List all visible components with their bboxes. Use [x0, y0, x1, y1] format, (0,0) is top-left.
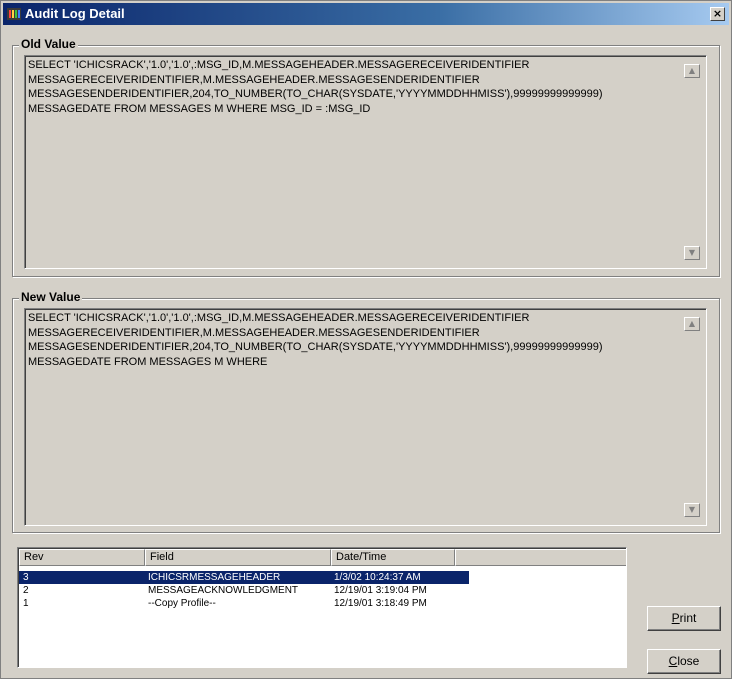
- list-item[interactable]: 3 ICHICSRMESSAGEHEADER 1/3/02 10:24:37 A…: [19, 571, 469, 584]
- scroll-down-button[interactable]: ▼: [684, 246, 700, 260]
- scroll-up-button[interactable]: ▲: [684, 64, 700, 78]
- arrow-down-icon: ▼: [688, 248, 696, 257]
- old-value-text: SELECT 'ICHICSRACK','1.0','1.0',:MSG_ID,…: [28, 58, 680, 116]
- print-mnemonic: P: [671, 611, 680, 625]
- new-value-scrollbar[interactable]: ▲ ▼: [684, 317, 700, 517]
- arrow-down-icon: ▼: [688, 505, 696, 514]
- datetime-cell: 1/3/02 10:24:37 AM: [334, 572, 421, 583]
- audit-log-icon: [7, 8, 21, 20]
- field-cell: ICHICSRMESSAGEHEADER: [148, 572, 281, 583]
- rev-cell: 3: [23, 572, 29, 583]
- print-label: rint: [679, 611, 697, 625]
- new-value-text: SELECT 'ICHICSRACK','1.0','1.0',:MSG_ID,…: [28, 311, 680, 369]
- field-cell: MESSAGEACKNOWLEDGMENT: [148, 585, 299, 596]
- old-value-line: MESSAGESENDERIDENTIFIER,204,TO_NUMBER(TO…: [28, 88, 603, 101]
- title-bar[interactable]: Audit Log Detail ×: [3, 3, 729, 25]
- window-title: Audit Log Detail: [25, 6, 125, 21]
- list-item[interactable]: 1 --Copy Profile-- 12/19/01 3:18:49 PM: [19, 597, 469, 610]
- old-value-line: MESSAGERECEIVERIDENTIFIER,M.MESSAGEHEADE…: [28, 73, 480, 86]
- new-value-textarea[interactable]: SELECT 'ICHICSRACK','1.0','1.0',:MSG_ID,…: [24, 308, 707, 526]
- new-value-group: New Value SELECT 'ICHICSRACK','1.0','1.0…: [12, 290, 720, 533]
- close-button[interactable]: Close: [647, 649, 721, 674]
- arrow-up-icon: ▲: [688, 319, 696, 328]
- old-value-scrollbar[interactable]: ▲ ▼: [684, 64, 700, 260]
- scroll-up-button[interactable]: ▲: [684, 317, 700, 331]
- new-value-label: New Value: [19, 290, 83, 304]
- close-window-button[interactable]: ×: [710, 7, 725, 21]
- column-header-field[interactable]: Field: [145, 549, 331, 566]
- close-label: lose: [677, 654, 700, 668]
- scroll-down-button[interactable]: ▼: [684, 503, 700, 517]
- column-header-filler: [455, 549, 626, 566]
- old-value-group: Old Value SELECT 'ICHICSRACK','1.0','1.0…: [12, 37, 720, 277]
- close-icon: ×: [712, 7, 723, 20]
- datetime-cell: 12/19/01 3:18:49 PM: [334, 598, 427, 609]
- old-value-line: SELECT 'ICHICSRACK','1.0','1.0',:MSG_ID,…: [28, 59, 530, 71]
- new-value-line: SELECT 'ICHICSRACK','1.0','1.0',:MSG_ID,…: [28, 312, 530, 324]
- revision-list[interactable]: Rev Field Date/Time 3 ICHICSRMESSAGEHEAD…: [17, 547, 627, 668]
- datetime-cell: 12/19/01 3:19:04 PM: [334, 585, 427, 596]
- new-value-line: MESSAGESENDERIDENTIFIER,204,TO_NUMBER(TO…: [28, 341, 603, 354]
- new-value-line: MESSAGERECEIVERIDENTIFIER,M.MESSAGEHEADE…: [28, 326, 480, 339]
- old-value-textarea[interactable]: SELECT 'ICHICSRACK','1.0','1.0',:MSG_ID,…: [24, 55, 707, 269]
- column-header-datetime[interactable]: Date/Time: [331, 549, 455, 566]
- rev-cell: 2: [23, 585, 29, 596]
- column-header-rev[interactable]: Rev: [19, 549, 145, 566]
- print-button[interactable]: Print: [647, 606, 721, 631]
- rev-cell: 1: [23, 598, 29, 609]
- list-item[interactable]: 2 MESSAGEACKNOWLEDGMENT 12/19/01 3:19:04…: [19, 584, 469, 597]
- audit-log-window: Audit Log Detail × Old Value SELECT 'ICH…: [0, 0, 732, 679]
- old-value-label: Old Value: [19, 37, 78, 51]
- old-value-line: MESSAGEDATE FROM MESSAGES M WHERE MSG_ID…: [28, 102, 371, 115]
- field-cell: --Copy Profile--: [148, 598, 216, 609]
- new-value-line: MESSAGEDATE FROM MESSAGES M WHERE: [28, 355, 268, 368]
- arrow-up-icon: ▲: [688, 66, 696, 75]
